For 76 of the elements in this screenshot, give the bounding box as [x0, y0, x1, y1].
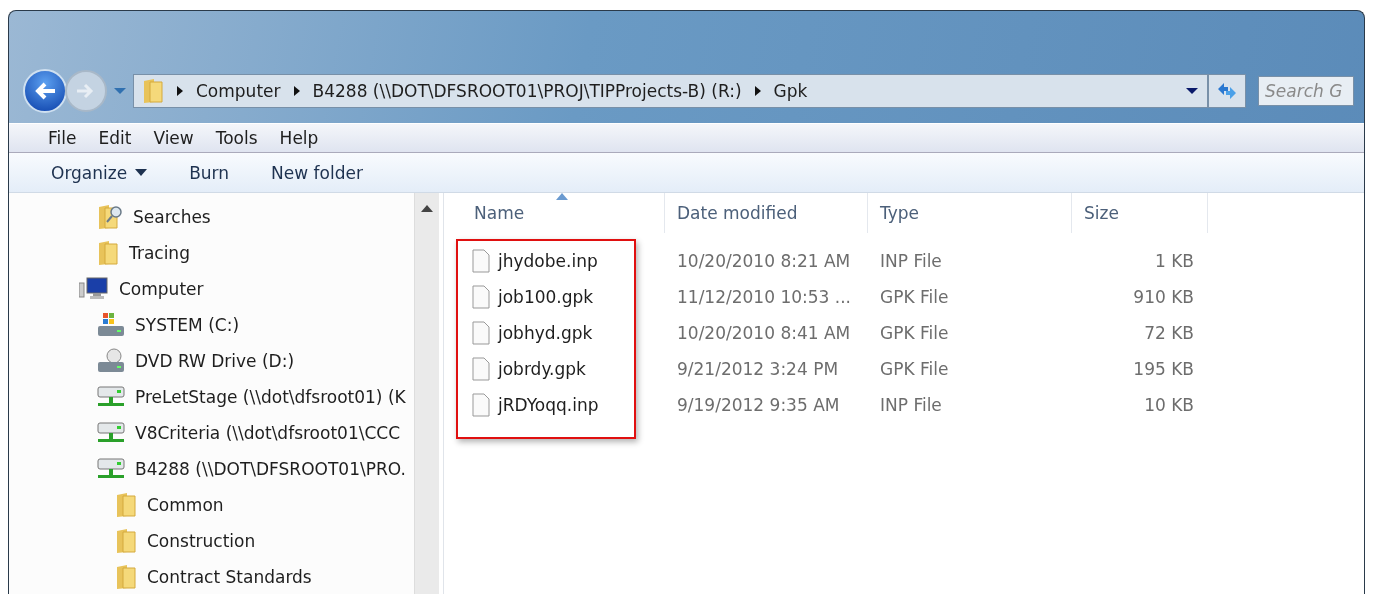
folder-icon	[115, 564, 137, 590]
breadcrumb[interactable]: B4288 (\\DOT\DFSROOT01\PROJ\TIPProjects-B) (R:)	[312, 81, 742, 101]
refresh-button[interactable]	[1208, 74, 1246, 108]
tree-item[interactable]: Searches	[9, 199, 414, 235]
breadcrumb[interactable]: Computer	[196, 81, 281, 101]
search-folder-icon	[97, 204, 123, 230]
table-cell-text: 10/20/2010 8:41 AM	[676, 323, 852, 343]
file-icon	[472, 321, 490, 345]
column-header[interactable]: Date modified	[665, 193, 868, 233]
table-cell-text: INP File	[879, 395, 943, 415]
file-name[interactable]: job100.gpk	[498, 287, 594, 307]
file-icon	[472, 357, 490, 381]
computer-icon	[79, 277, 109, 301]
table-cell-text: 195 KB	[1132, 359, 1195, 379]
menu-item[interactable]: Tools	[204, 124, 269, 153]
menu-item[interactable]: Edit	[87, 124, 143, 153]
folder-icon	[115, 492, 137, 518]
column-header[interactable]: Name	[462, 193, 665, 233]
file-icon	[472, 285, 490, 309]
tree-item[interactable]: Contract Standards	[9, 559, 414, 594]
table-cell-text: 1 KB	[1153, 251, 1195, 271]
toolbar-button[interactable]: Burn	[177, 158, 242, 187]
network-drive-icon	[97, 421, 125, 445]
table-cell-text: 10/20/2010 8:21 AM	[676, 251, 852, 271]
table-cell-text: 72 KB	[1143, 323, 1195, 343]
folder-icon	[97, 240, 119, 266]
tree-item[interactable]: Tracing	[9, 235, 414, 271]
toolbar-button[interactable]: Organize	[39, 158, 160, 187]
breadcrumb[interactable]: Gpk	[773, 81, 808, 101]
table-cell-text: 11/12/2010 10:53 ...	[676, 287, 852, 307]
table-cell-text: INP File	[879, 251, 943, 271]
back-button[interactable]	[23, 69, 67, 113]
table-cell-text: GPK File	[879, 287, 950, 307]
tree-item[interactable]: DVD RW Drive (D:)	[9, 343, 414, 379]
table-cell-text: GPK File	[879, 359, 950, 379]
address-bar[interactable]: Computer B4288 (\\DOT\DFSROOT01\PROJ\TIPProjects-B) (R:) Gpk	[133, 74, 1208, 108]
tree-item[interactable]: SYSTEM (C:)	[9, 307, 414, 343]
table-cell-text: 910 KB	[1132, 287, 1195, 307]
tree-item[interactable]: B4288 (\\DOT\DFSROOT01\PRO.	[9, 451, 414, 487]
menu-item[interactable]: View	[142, 124, 205, 153]
folder-icon	[115, 528, 137, 554]
file-icon	[472, 249, 490, 273]
folder-icon	[142, 78, 164, 104]
refresh-icon[interactable]	[1216, 81, 1238, 101]
table-cell-text: 10 KB	[1143, 395, 1195, 415]
tree-item[interactable]: Computer	[9, 271, 414, 307]
menu-item[interactable]: File	[37, 124, 88, 153]
table-cell-text: GPK File	[879, 323, 950, 343]
file-name[interactable]: jobhyd.gpk	[498, 323, 593, 343]
column-header[interactable]: Type	[868, 193, 1072, 233]
menu-item[interactable]: Help	[268, 124, 330, 153]
chevron-icon[interactable]	[292, 85, 301, 97]
table-cell-text: 9/19/2012 9:35 AM	[676, 395, 841, 415]
file-name[interactable]: jRDYoqq.inp	[498, 395, 599, 415]
tree-item[interactable]: V8Criteria (\\dot\dfsroot01\CCC	[9, 415, 414, 451]
back-arrow-icon[interactable]	[33, 81, 57, 101]
network-drive-icon	[97, 457, 125, 481]
dvd-drive-icon	[97, 348, 125, 374]
tree-item[interactable]: Common	[9, 487, 414, 523]
scrollbar[interactable]	[414, 193, 439, 594]
network-drive-icon	[97, 385, 125, 409]
caret-icon	[135, 169, 148, 177]
system-drive-icon	[97, 312, 125, 338]
tree-item[interactable]: Construction	[9, 523, 414, 559]
dropdown-arrow-icon[interactable]	[1185, 87, 1199, 95]
file-icon	[472, 393, 490, 417]
toolbar-button[interactable]: New folder	[259, 158, 375, 187]
table-cell-text: 9/21/2012 3:24 PM	[676, 359, 840, 379]
column-header[interactable]: Size	[1072, 193, 1208, 233]
tree-item[interactable]: PreLetStage (\\dot\dfsroot01) (K	[9, 379, 414, 415]
chevron-icon[interactable]	[753, 85, 762, 97]
scroll-up-icon[interactable]	[421, 205, 433, 212]
file-name[interactable]: jhydobe.inp	[498, 251, 598, 271]
file-name[interactable]: jobrdy.gpk	[498, 359, 586, 379]
search-field[interactable]: Search G	[1258, 76, 1354, 106]
chevron-icon[interactable]	[176, 85, 184, 97]
